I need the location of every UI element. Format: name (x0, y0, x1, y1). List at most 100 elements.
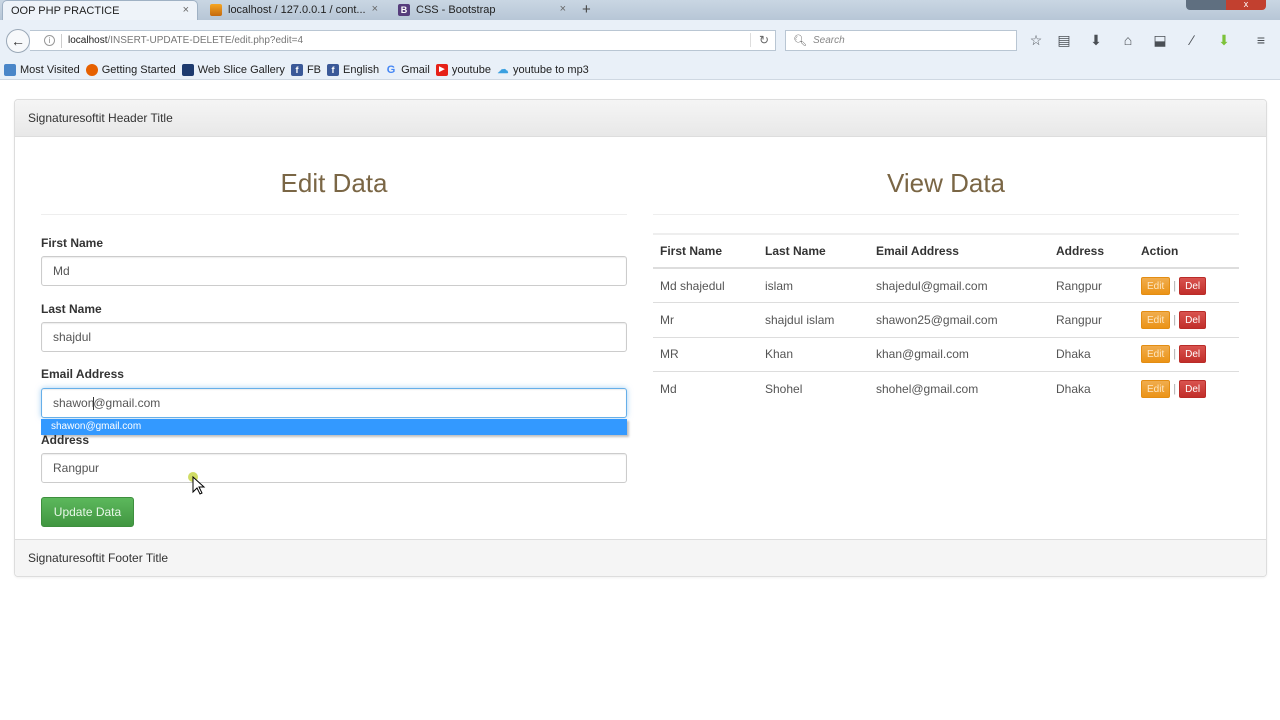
bookmark-getting-started[interactable]: Getting Started (85, 63, 176, 76)
edit-title-divider (41, 214, 627, 215)
address-bar[interactable]: i localhost/INSERT-UPDATE-DELETE/edit.ph… (30, 30, 776, 51)
cell-first-name: Md (660, 382, 677, 396)
minimize-window-button[interactable] (1186, 0, 1208, 10)
cell-action: Edit | Del (1134, 302, 1239, 338)
facebook-icon: f (327, 63, 339, 76)
back-arrow-icon: ← (11, 33, 25, 49)
view-data-table: First Name Last Name Email Address Addre… (653, 233, 1239, 406)
bookmark-label: youtube to mp3 (512, 63, 589, 76)
bookmark-gmail[interactable]: G Gmail (385, 64, 430, 76)
url-host: localhost (68, 35, 108, 46)
cell-address: Rangpur (1049, 268, 1134, 303)
autocomplete-suggestion[interactable]: shawon@gmail.com (41, 419, 627, 435)
bookmark-youtube[interactable]: ▶ youtube (435, 63, 491, 76)
edit-row-button[interactable]: Edit (1141, 310, 1171, 329)
delete-row-button[interactable]: Del (1179, 345, 1207, 364)
last-name-input[interactable]: shajdul (41, 322, 627, 352)
search-input[interactable]: 🔍︎ Search (785, 30, 1017, 51)
last-name-label: Last Name (41, 302, 102, 316)
cell-last-name: islam (758, 268, 869, 303)
action-separator: | (1173, 279, 1177, 292)
edit-row-button[interactable]: Edit (1141, 345, 1171, 364)
divider (61, 33, 62, 48)
panel-header-title: Signaturesoftit Header Title (15, 100, 1266, 137)
bookmark-label: English (343, 63, 380, 76)
edit-row-button[interactable]: Edit (1141, 276, 1171, 295)
download-icon[interactable]: ⬇︎ (1087, 31, 1105, 49)
bookmark-label: Getting Started (101, 63, 176, 76)
bookmark-star-icon[interactable]: ☆ (1027, 31, 1045, 49)
tab-oop-php-practice[interactable]: OOP PHP PRACTICE × (2, 0, 198, 20)
delete-row-button[interactable]: Del (1179, 310, 1207, 329)
site-info-icon[interactable]: i (44, 35, 55, 46)
bookmark-fb[interactable]: f FB (290, 63, 321, 76)
action-separator: | (1173, 348, 1177, 361)
close-window-button[interactable]: x (1226, 0, 1266, 10)
column-header-last-name: Last Name (758, 233, 869, 269)
table-row: Md Shohel shohel@gmail.com Dhaka Edit | De… (653, 372, 1239, 407)
cell-first-name: Mr (653, 302, 758, 338)
panel-footer-title: Signaturesoftit Footer Title (15, 539, 1266, 576)
pocket-icon[interactable]: ⬓ (1151, 31, 1169, 49)
bookmark-english[interactable]: f English (327, 63, 380, 76)
cell-address: Rangpur (1049, 302, 1134, 338)
bookmarks-list-icon[interactable]: ▤ (1055, 31, 1073, 49)
close-tab-icon[interactable]: × (372, 3, 378, 15)
close-tab-icon[interactable]: × (560, 3, 566, 15)
cell-action: Edit | Del (1134, 268, 1239, 303)
browser-tab-strip: OOP PHP PRACTICE × localhost / 127.0.0.1… (0, 0, 1280, 20)
email-input[interactable]: shawon@gmail.com (41, 388, 627, 418)
close-tab-icon[interactable]: × (183, 4, 189, 16)
update-data-button[interactable]: Update Data (41, 497, 134, 527)
cell-action: Edit | Del (1134, 337, 1239, 372)
email-value-before-caret: shawon (53, 396, 95, 410)
search-placeholder: Search (812, 35, 845, 46)
cloud-download-icon: ☁ (497, 63, 509, 76)
menu-icon[interactable]: ≡ (1252, 31, 1270, 49)
table-row: Md shajedul islam shajedul@gmail.com Ran… (653, 268, 1239, 303)
address-label: Address (41, 433, 90, 447)
delete-row-button[interactable]: Del (1179, 380, 1207, 398)
table-row: MR Khan khan@gmail.com Dhaka Edit | Del (653, 337, 1239, 372)
cell-last-name: Shohel (765, 382, 803, 396)
edit-data-title: Edit Data (280, 168, 388, 198)
back-button[interactable]: ← (6, 29, 30, 53)
bookmark-label: FB (306, 63, 321, 76)
cell-action: Edit | Del (1134, 372, 1239, 407)
firefox-icon (85, 63, 98, 76)
bookmarks-toolbar: Most Visited Getting Started Web Slice G… (0, 60, 1280, 80)
maximize-window-button[interactable] (1208, 0, 1226, 10)
new-tab-button[interactable]: + (582, 1, 591, 18)
action-separator: | (1173, 383, 1177, 395)
home-icon[interactable]: ⌂ (1119, 31, 1137, 49)
cell-email: shohel@gmail.com (876, 382, 979, 396)
table-header-row: First Name Last Name Email Address Addre… (653, 233, 1239, 269)
edit-row-button[interactable]: Edit (1141, 380, 1171, 398)
eyedropper-icon[interactable]: ∕ (1183, 31, 1201, 49)
url-path: /INSERT-UPDATE-DELETE/edit.php?edit=4 (107, 35, 304, 46)
tab-phpmyadmin[interactable]: localhost / 127.0.0.1 / cont... × (202, 0, 386, 20)
column-header-address: Address (1049, 233, 1134, 269)
email-label: Email Address (41, 367, 124, 381)
bookmark-youtube-to-mp3[interactable]: ☁ youtube to mp3 (497, 63, 589, 76)
download-helper-icon[interactable]: ⬇︎ (1215, 31, 1233, 49)
bookmark-label: youtube (451, 63, 491, 76)
address-input[interactable]: Rangpur (41, 453, 627, 483)
delete-row-button[interactable]: Del (1179, 276, 1207, 295)
reload-icon[interactable]: ↻ (749, 33, 769, 47)
column-header-email: Email Address (869, 233, 1049, 269)
column-header-first-name: First Name (653, 233, 758, 269)
table-row: Mr shajdul islam shawon25@gmail.com Rang… (653, 302, 1239, 338)
tab-css-bootstrap[interactable]: B CSS - Bootstrap × (390, 0, 574, 20)
cell-last-name: Khan (758, 337, 869, 372)
view-title-divider (653, 214, 1239, 215)
cell-email: shajedul@gmail.com (869, 268, 1049, 303)
bookmark-web-slice-gallery[interactable]: Web Slice Gallery (181, 63, 285, 76)
bookmark-most-visited[interactable]: Most Visited (4, 63, 80, 76)
cell-first-name: Md shajedul (653, 268, 758, 303)
bookmark-label: Most Visited (20, 63, 80, 76)
cell-first-name: MR (653, 337, 758, 372)
mouse-cursor-icon (188, 472, 206, 495)
first-name-input[interactable]: Md (41, 256, 627, 286)
bookmark-label: Gmail (401, 63, 430, 76)
